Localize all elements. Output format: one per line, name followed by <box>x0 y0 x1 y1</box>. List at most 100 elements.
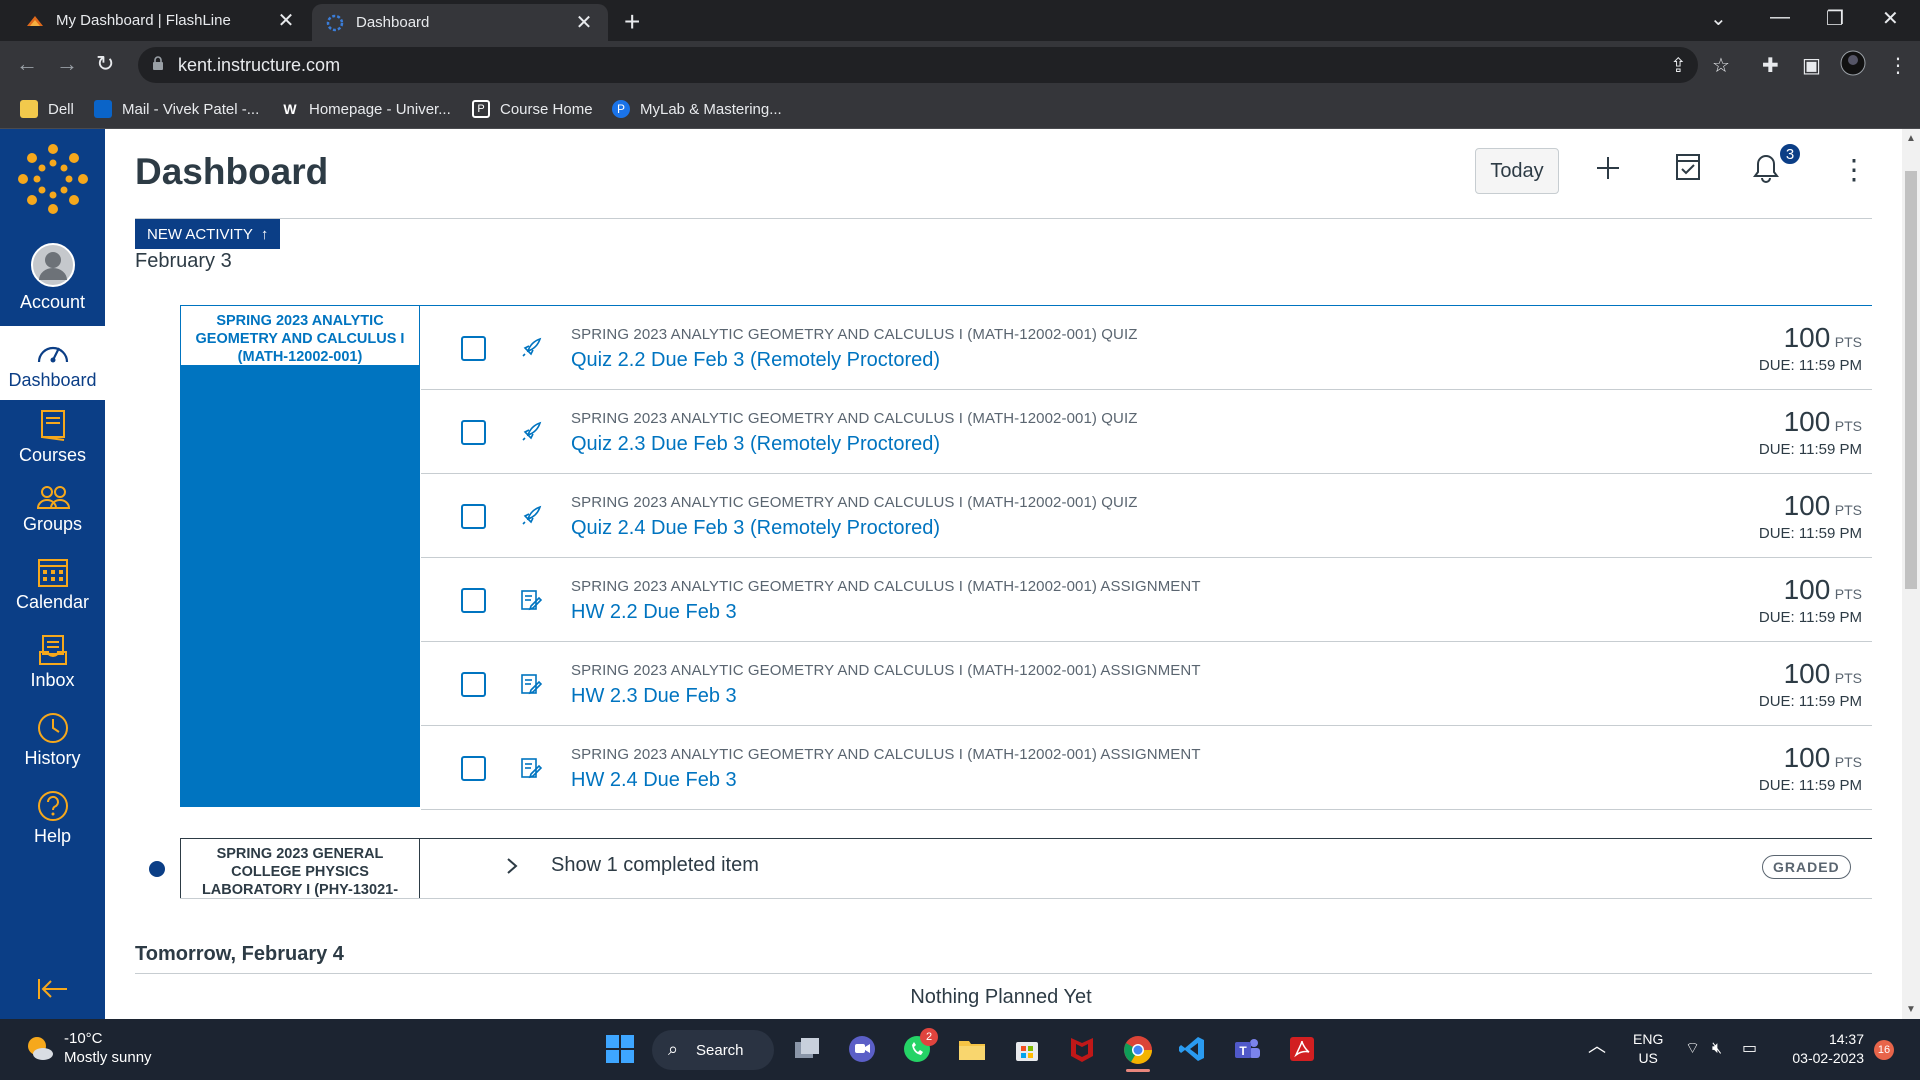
header-divider <box>135 218 1872 219</box>
bookmark-dell[interactable]: Dell <box>20 97 74 121</box>
complete-checkbox[interactable] <box>461 504 486 529</box>
language-indicator[interactable]: ENG US <box>1633 1030 1663 1068</box>
bookmark-mail[interactable]: Mail - Vivek Patel -... <box>94 97 259 121</box>
show-completed-label: Show 1 completed item <box>551 854 759 876</box>
tray-chevron-up-icon[interactable]: ︿ <box>1588 1037 1606 1056</box>
profile-avatar-icon[interactable] <box>1840 50 1866 82</box>
more-options-icon[interactable]: ⋮ <box>1840 153 1868 186</box>
clock[interactable]: 14:37 03-02-2023 <box>1780 1030 1864 1068</box>
bookmark-homepage[interactable]: W Homepage - Univer... <box>281 97 450 121</box>
back-arrow-icon[interactable]: ← <box>16 51 38 77</box>
scrollbar-thumb[interactable] <box>1905 171 1917 589</box>
chrome-menu-icon[interactable]: ⋮ <box>1888 53 1908 78</box>
history-icon <box>37 713 68 743</box>
item-title-link[interactable]: Quiz 2.3 Due Feb 3 (Remotely Proctored) <box>571 433 940 456</box>
tab-search-chevron-icon[interactable]: ⌄ <box>1710 6 1727 31</box>
canvas-logo[interactable] <box>0 143 105 220</box>
item-title-link[interactable]: HW 2.4 Due Feb 3 <box>571 769 737 792</box>
extensions-icon[interactable]: ✚ <box>1762 53 1779 78</box>
grades-icon[interactable] <box>1675 153 1701 186</box>
weather-widget[interactable]: -10°C Mostly sunny <box>24 1029 152 1067</box>
whatsapp-icon[interactable]: 2 <box>902 1028 938 1066</box>
file-explorer-icon[interactable] <box>957 1034 989 1066</box>
side-panel-icon[interactable]: ▣ <box>1802 53 1821 78</box>
complete-checkbox[interactable] <box>461 672 486 697</box>
add-todo-icon[interactable] <box>1595 155 1621 186</box>
nav-history[interactable]: History <box>0 712 105 769</box>
item-title-link[interactable]: HW 2.2 Due Feb 3 <box>571 601 737 624</box>
new-activity-dot <box>149 861 165 877</box>
nav-account[interactable]: Account <box>0 242 105 324</box>
arrow-up-icon: ↑ <box>260 225 269 243</box>
address-bar[interactable]: kent.instructure.com <box>138 47 1698 83</box>
forward-arrow-icon[interactable]: → <box>56 51 78 77</box>
complete-checkbox[interactable] <box>461 756 486 781</box>
tab-dashboard[interactable]: Dashboard ✕ <box>312 4 608 41</box>
tab-flashline[interactable]: My Dashboard | FlashLine ✕ <box>12 0 310 41</box>
points-unit: PTS <box>1834 418 1862 434</box>
scroll-up-icon[interactable]: ▲ <box>1906 133 1916 144</box>
browser-tab-strip: My Dashboard | FlashLine ✕ Dashboard ✕ +… <box>0 0 1920 41</box>
tab-close-icon[interactable]: ✕ <box>574 10 594 35</box>
vertical-scrollbar[interactable]: ▲ ▼ <box>1902 129 1920 1019</box>
nav-dashboard[interactable]: Dashboard <box>0 326 105 400</box>
nav-groups[interactable]: Groups <box>0 484 105 535</box>
mcafee-icon[interactable] <box>1067 1034 1099 1066</box>
day-divider <box>135 973 1872 974</box>
nav-help[interactable]: Help <box>0 790 105 847</box>
complete-checkbox[interactable] <box>461 420 486 445</box>
bookmark-star-icon[interactable]: ☆ <box>1712 53 1730 78</box>
points-value: 100 <box>1783 322 1831 353</box>
show-completed-toggle[interactable]: Show 1 completed item <box>505 854 759 877</box>
bookmark-mylab[interactable]: P MyLab & Mastering... <box>612 97 782 121</box>
reload-icon[interactable]: ↻ <box>96 51 114 77</box>
university-w-icon: W <box>283 101 297 117</box>
item-title-link[interactable]: Quiz 2.2 Due Feb 3 (Remotely Proctored) <box>571 349 940 372</box>
vscode-icon[interactable] <box>1177 1034 1209 1066</box>
course-title-link[interactable]: SPRING 2023 ANALYTIC GEOMETRY AND CALCUL… <box>180 305 420 365</box>
volume-muted-icon[interactable]: 🔇︎ <box>1712 1039 1722 1058</box>
item-title-link[interactable]: HW 2.3 Due Feb 3 <box>571 685 737 708</box>
clock-time: 14:37 <box>1828 1031 1864 1047</box>
microsoft-teams-icon[interactable]: T <box>1232 1034 1264 1066</box>
bookmark-label: Course Home <box>500 100 593 118</box>
notifications-bell-icon[interactable] <box>1752 153 1780 188</box>
nav-courses[interactable]: Courses <box>0 409 105 466</box>
bookmark-label: MyLab & Mastering... <box>640 100 782 118</box>
task-view-icon[interactable] <box>792 1034 824 1066</box>
dashboard-icon <box>37 346 68 363</box>
empty-day-message: Nothing Planned Yet <box>910 986 1092 1008</box>
restore-icon[interactable]: ❐ <box>1826 6 1844 31</box>
course-title-link[interactable]: SPRING 2023 GENERAL COLLEGE PHYSICS LABO… <box>180 838 420 899</box>
microsoft-store-icon[interactable] <box>1012 1034 1044 1066</box>
teams-chat-icon[interactable] <box>847 1034 879 1066</box>
nav-calendar[interactable]: Calendar <box>0 556 105 613</box>
item-context: SPRING 2023 ANALYTIC GEOMETRY AND CALCUL… <box>571 410 1138 427</box>
planner-item: SPRING 2023 ANALYTIC GEOMETRY AND CALCUL… <box>421 390 1872 474</box>
nav-inbox[interactable]: Inbox <box>0 634 105 691</box>
share-icon[interactable]: ⇪ <box>1670 53 1687 78</box>
complete-checkbox[interactable] <box>461 336 486 361</box>
taskbar-search[interactable]: ⌕ Search <box>652 1030 774 1070</box>
close-window-icon[interactable]: ✕ <box>1882 6 1899 31</box>
new-activity-button[interactable]: NEW ACTIVITY ↑ <box>135 219 281 249</box>
planner-item: SPRING 2023 ANALYTIC GEOMETRY AND CALCUL… <box>421 642 1872 726</box>
minimize-icon[interactable]: — <box>1770 6 1790 29</box>
today-button[interactable]: Today <box>1475 148 1559 194</box>
tab-close-icon[interactable]: ✕ <box>276 8 296 33</box>
chrome-icon[interactable] <box>1122 1034 1154 1072</box>
notification-center-badge[interactable]: 16 <box>1874 1040 1894 1060</box>
acrobat-icon[interactable] <box>1287 1034 1319 1066</box>
battery-icon[interactable]: ▭ <box>1742 1039 1757 1058</box>
collapse-nav-icon[interactable] <box>0 977 105 1006</box>
nav-label: History <box>24 748 81 768</box>
new-tab-icon[interactable]: + <box>624 6 640 38</box>
wifi-icon[interactable]: ⌔ <box>1685 1039 1700 1058</box>
item-title-link[interactable]: Quiz 2.4 Due Feb 3 (Remotely Proctored) <box>571 517 940 540</box>
scroll-down-icon[interactable]: ▼ <box>1906 1004 1916 1015</box>
windows-start-icon[interactable] <box>605 1034 637 1066</box>
complete-checkbox[interactable] <box>461 588 486 613</box>
bookmark-course-home[interactable]: P Course Home <box>472 97 593 121</box>
assignment-icon <box>521 590 543 611</box>
tab-title: My Dashboard | FlashLine <box>56 12 231 29</box>
